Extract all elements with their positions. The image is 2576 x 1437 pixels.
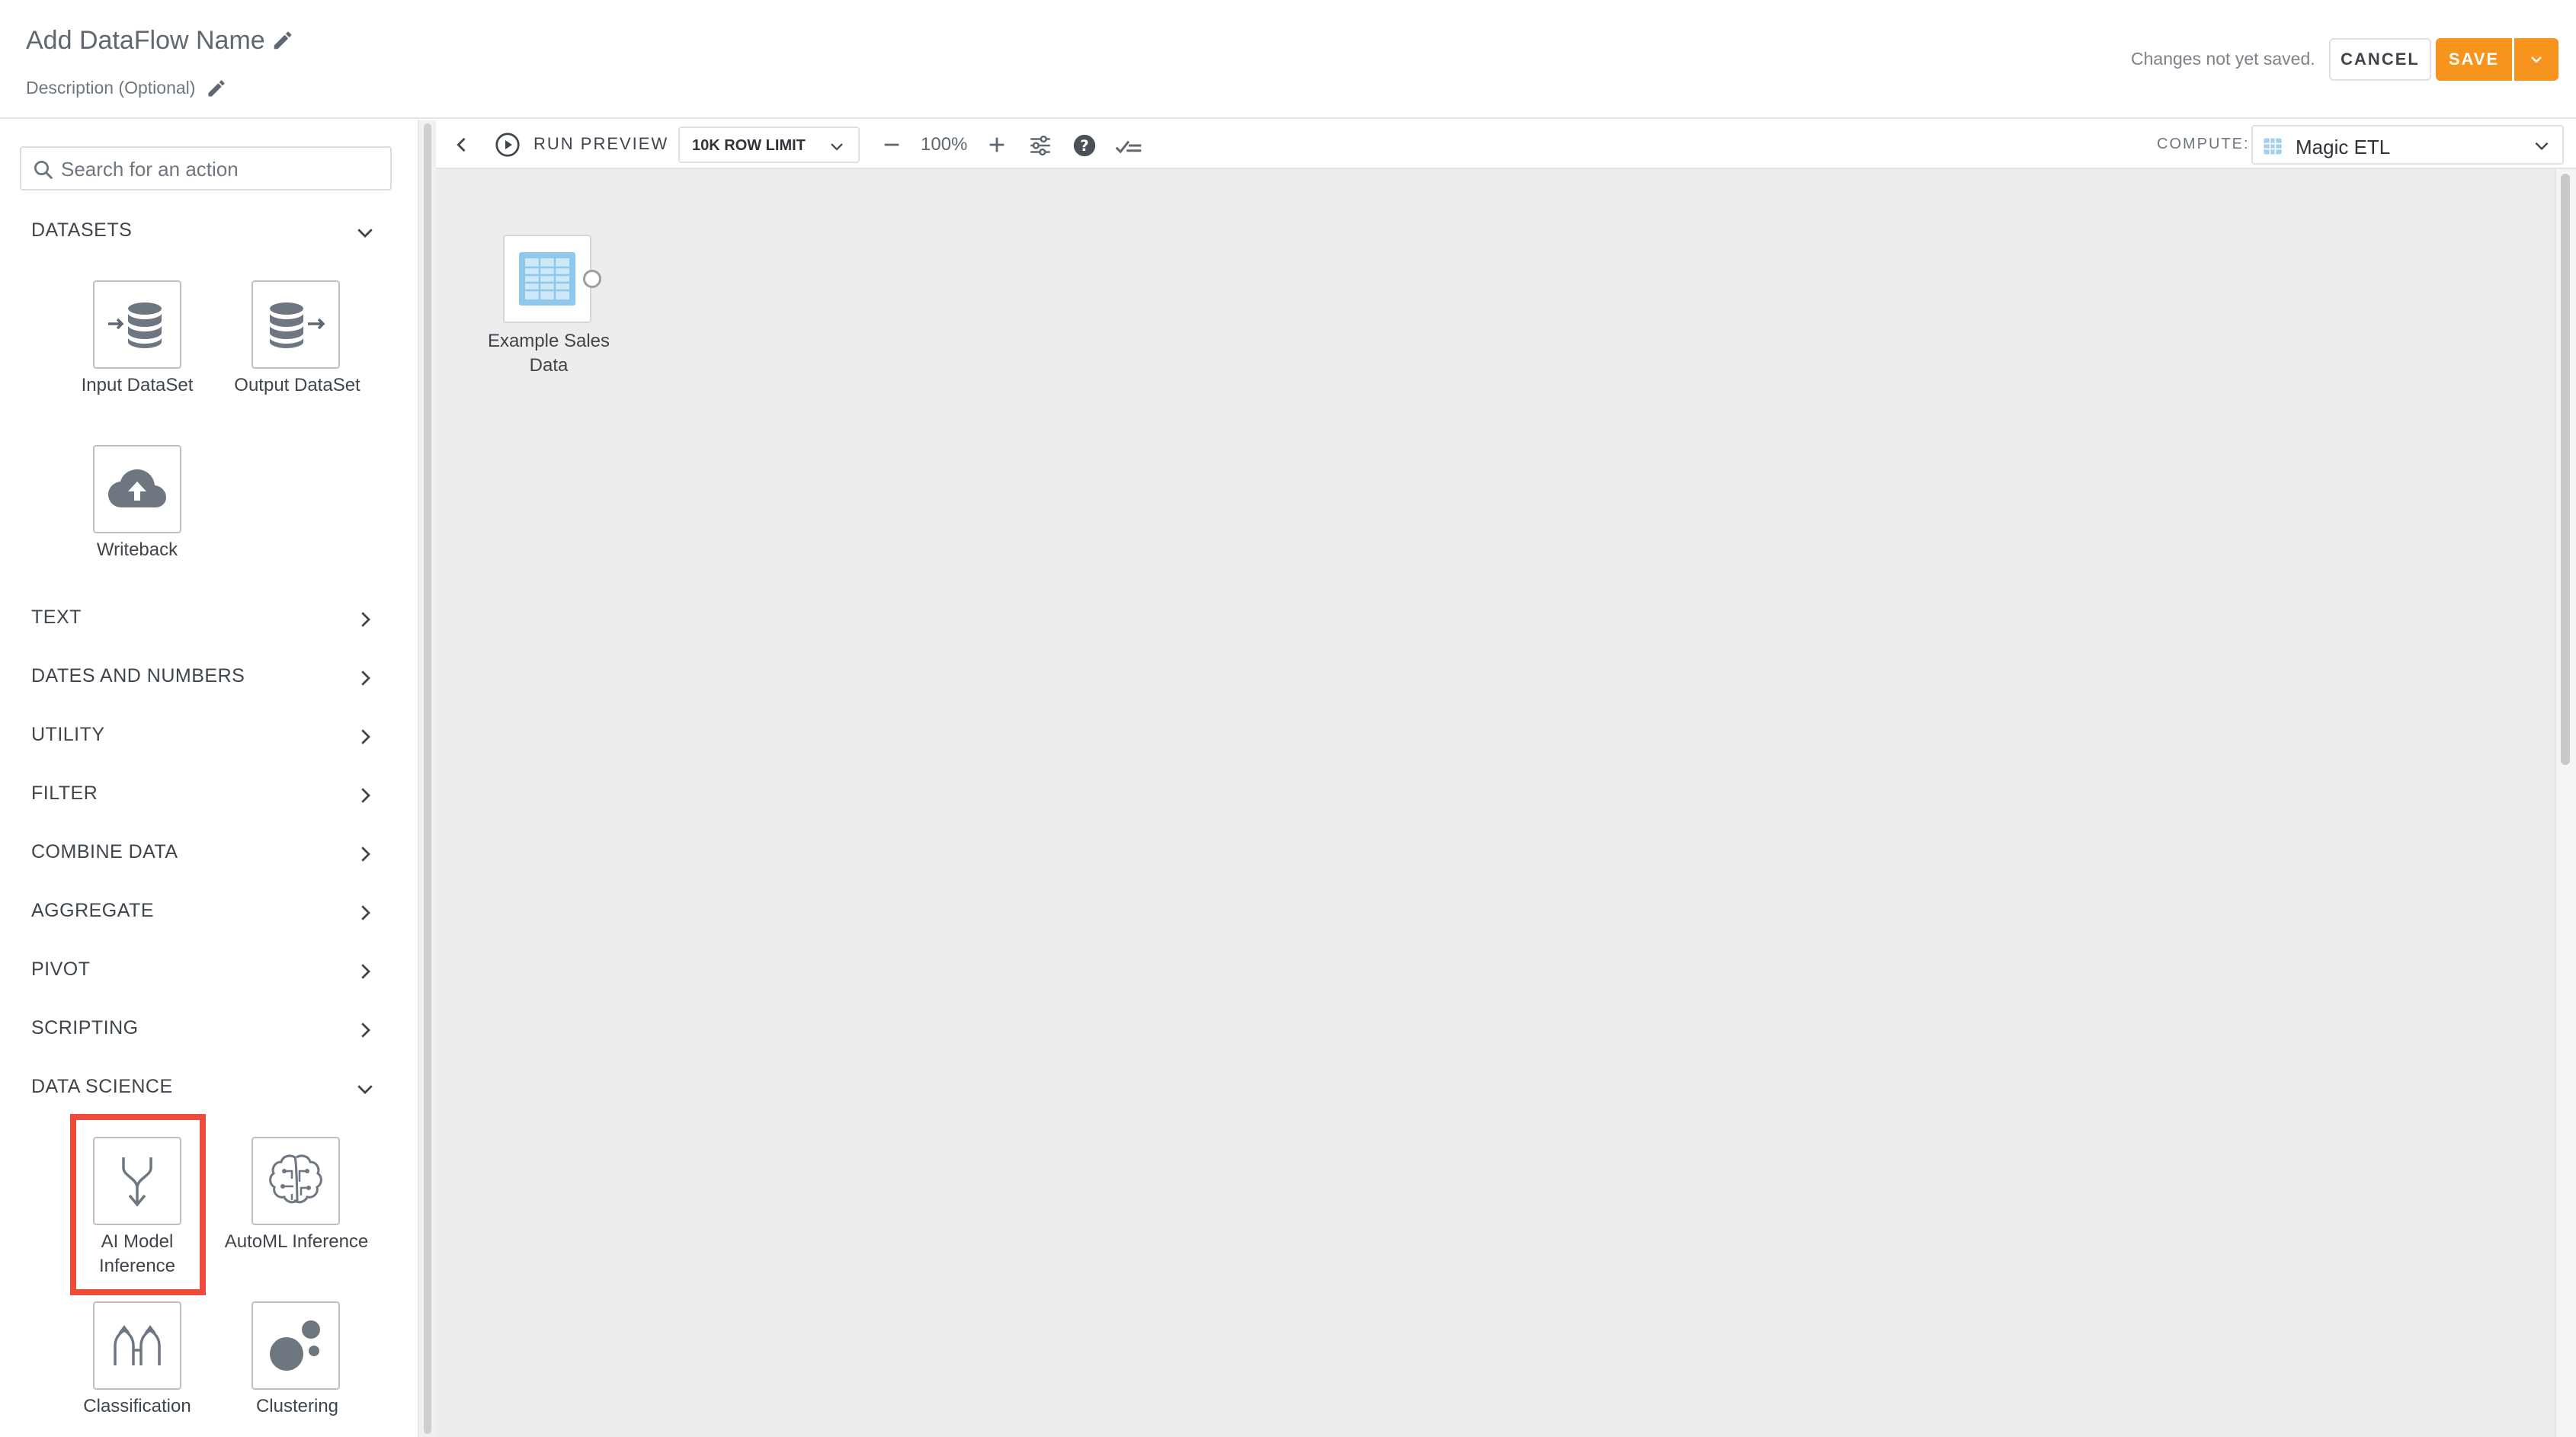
svg-text:?: ?	[1080, 137, 1089, 155]
validate-checklist-icon[interactable]	[1114, 133, 1143, 158]
chevron-right-icon	[361, 729, 370, 744]
zoom-in-icon[interactable]	[986, 134, 1008, 155]
dataflow-canvas[interactable]	[436, 169, 2555, 1437]
node-output-port[interactable]	[583, 270, 601, 288]
tile-label: Writeback	[96, 539, 178, 560]
tile-label: Input DataSet	[81, 375, 194, 395]
node-label: Example Sales Data	[473, 329, 625, 378]
tile-output-dataset[interactable]	[252, 280, 340, 369]
chevron-down-icon	[831, 143, 843, 151]
run-preview-button[interactable]: RUN PREVIEW	[533, 134, 668, 154]
chevron-right-icon	[361, 964, 370, 979]
save-status: Changes not yet saved.	[2131, 49, 2315, 69]
chevron-right-icon	[361, 670, 370, 686]
chevron-left-icon[interactable]	[451, 134, 473, 155]
tile-label: Output DataSet	[234, 375, 360, 395]
section-filter[interactable]: FILTER	[0, 772, 418, 818]
dataflow-header: Add DataFlow Name Description (Optional)…	[0, 0, 2576, 119]
tile-label: Classification	[83, 1396, 191, 1416]
scrollbar-handle[interactable]	[2561, 174, 2570, 765]
save-options-button[interactable]	[2514, 38, 2558, 81]
table-dataset-icon	[519, 252, 575, 306]
tile-clustering[interactable]	[252, 1301, 340, 1390]
row-limit-select[interactable]: 10K ROW LIMIT	[678, 126, 860, 163]
section-scripting[interactable]: SCRIPTING	[0, 1007, 418, 1052]
section-label: DATASETS	[31, 219, 133, 241]
section-label: DATA SCIENCE	[31, 1076, 173, 1097]
section-text[interactable]: TEXT	[0, 596, 418, 642]
tile-automl-inference[interactable]	[252, 1137, 340, 1225]
dataflow-description[interactable]: Description (Optional)	[26, 78, 195, 98]
section-label: UTILITY	[31, 724, 105, 745]
section-label: TEXT	[31, 606, 82, 628]
input-dataset-icon	[108, 302, 162, 348]
section-data-science[interactable]: DATA SCIENCE	[0, 1065, 418, 1111]
compute-value: Magic ETL	[2296, 136, 2391, 158]
section-utility[interactable]: UTILITY	[0, 713, 418, 759]
chevron-down-icon	[2531, 56, 2542, 63]
output-dataset-icon	[270, 302, 325, 348]
dataflow-title[interactable]: Add DataFlow Name	[26, 26, 265, 56]
actions-sidebar: DATASETS Input DataSet Output DataSet	[0, 120, 418, 1437]
section-aggregate[interactable]: AGGREGATE	[0, 889, 418, 935]
chevron-right-icon	[361, 788, 370, 803]
section-label: AGGREGATE	[31, 900, 155, 921]
chevron-down-icon	[357, 229, 373, 238]
cloud-upload-icon	[108, 469, 166, 507]
search-input[interactable]	[61, 154, 381, 184]
tile-label: AutoML Inference	[224, 1231, 369, 1252]
compute-select[interactable]: Magic ETL	[2251, 125, 2564, 165]
highlight-box	[70, 1114, 206, 1295]
section-label: COMBINE DATA	[31, 841, 178, 863]
compute-label: COMPUTE:	[2157, 136, 2250, 152]
zoom-out-icon[interactable]	[881, 134, 902, 155]
section-label: SCRIPTING	[31, 1017, 139, 1039]
tile-input-dataset[interactable]	[93, 280, 181, 369]
section-combine-data[interactable]: COMBINE DATA	[0, 831, 418, 876]
chevron-down-icon	[357, 1085, 373, 1094]
search-icon	[34, 161, 53, 180]
canvas-toolbar: RUN PREVIEW 10K ROW LIMIT 100% ? COMPUTE…	[436, 120, 2576, 169]
tile-label: Clustering	[255, 1396, 339, 1416]
play-circle-icon[interactable]	[494, 131, 521, 158]
node-example-sales-data[interactable]	[503, 235, 591, 323]
sliders-icon[interactable]	[1027, 133, 1053, 158]
save-button[interactable]: SAVE	[2436, 38, 2512, 81]
tile-classification[interactable]	[93, 1301, 181, 1390]
action-search[interactable]	[20, 146, 392, 190]
section-label: FILTER	[31, 783, 98, 804]
node-label-line: Data	[529, 355, 569, 376]
classification-icon	[114, 1325, 161, 1365]
chevron-down-icon	[2535, 142, 2549, 151]
chevron-right-icon	[361, 847, 370, 862]
chevron-right-icon	[361, 1023, 370, 1038]
zoom-level: 100%	[921, 134, 968, 155]
scrollbar-handle[interactable]	[424, 123, 431, 1434]
brain-icon	[269, 1154, 322, 1204]
section-pivot[interactable]: PIVOT	[0, 948, 418, 994]
tile-writeback[interactable]	[93, 445, 181, 533]
section-label: PIVOT	[31, 959, 91, 980]
cancel-button[interactable]: CANCEL	[2329, 38, 2431, 81]
help-icon[interactable]: ?	[1072, 133, 1097, 158]
section-label: DATES AND NUMBERS	[31, 665, 245, 686]
sidebar-scrollbar[interactable]	[418, 120, 436, 1437]
magic-etl-editor: Add DataFlow Name Description (Optional)…	[0, 0, 2576, 1437]
row-limit-value: 10K ROW LIMIT	[692, 137, 806, 154]
pencil-icon[interactable]	[271, 29, 294, 52]
pencil-icon[interactable]	[206, 78, 227, 99]
clustering-icon	[270, 1320, 320, 1371]
chevron-right-icon	[361, 905, 370, 920]
magic-etl-icon	[2264, 138, 2282, 155]
section-dates-and-numbers[interactable]: DATES AND NUMBERS	[0, 654, 418, 700]
section-datasets[interactable]: DATASETS	[0, 209, 418, 254]
chevron-right-icon	[361, 612, 370, 627]
node-label-line: Example Sales	[487, 331, 610, 351]
canvas-scrollbar[interactable]	[2555, 169, 2576, 1437]
